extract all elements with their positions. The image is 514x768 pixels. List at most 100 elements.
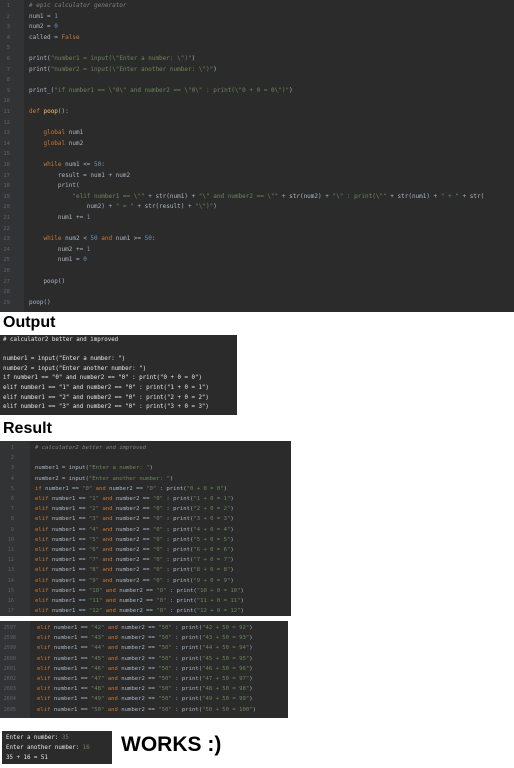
line-number: 16 <box>3 162 10 168</box>
line-number: 10 <box>7 536 14 543</box>
code-line[interactable]: elif number1 == "49" and number2 == "50"… <box>37 694 253 704</box>
line-number: 2600 <box>3 655 16 662</box>
line-number: 10 <box>3 98 10 105</box>
line-number: 8 <box>6 77 10 84</box>
code-line[interactable]: poop() <box>29 298 51 309</box>
line-number: 2 <box>10 455 14 462</box>
output-line: # calculator2 better and improved <box>3 337 119 343</box>
line-number: 17 <box>7 608 14 615</box>
line-number: 15 <box>7 587 14 594</box>
code-line[interactable]: elif number1 == "10" and number2 == "0" … <box>35 586 244 596</box>
code-line[interactable]: elif number1 == "47" and number2 == "50"… <box>37 674 253 684</box>
code-line[interactable]: elif number1 == "5" and number2 == "0" :… <box>35 535 234 545</box>
output-line: number1 = input("Enter a number: ") <box>3 356 126 363</box>
code-line[interactable]: elif number1 == "43" and number2 == "50"… <box>37 633 253 643</box>
output-line: elif number1 == "3" and number2 == "0" :… <box>3 404 209 411</box>
code-line[interactable]: elif number1 == "3" and number2 == "0" :… <box>35 514 234 524</box>
code-line[interactable]: elif number1 == "4" and number2 == "0" :… <box>35 525 234 535</box>
code-line[interactable]: elif number1 == "8" and number2 == "0" :… <box>35 565 234 575</box>
line-number: 26 <box>3 268 10 274</box>
code-line[interactable]: "elif number1 == \"" + str(num1) + "\" a… <box>29 192 484 203</box>
code-line[interactable]: elif number1 == "45" and number2 == "50"… <box>37 654 253 664</box>
result-editor-top[interactable]: 1 # calculator2 better and improved 2 3 numb… <box>0 441 291 616</box>
code-line[interactable]: poop() <box>29 277 65 288</box>
code-line[interactable]: elif number1 == "9" and number2 == "0" :… <box>35 576 234 586</box>
code-line[interactable]: number2 = input("Enter another number: "… <box>35 474 173 484</box>
line-number: 24 <box>3 246 10 253</box>
code-line[interactable]: num2 = 0 <box>29 22 58 33</box>
line-number: 29 <box>3 299 10 306</box>
line-number: 16 <box>7 598 14 604</box>
output-line: if number1 == "0" and number2 == "0" : p… <box>3 375 202 382</box>
result-editor-bottom[interactable]: 2597 elif number1 == "42" and number2 == … <box>0 621 288 718</box>
code-line[interactable]: num2) + " = " + str(result) + "\")") <box>29 202 217 213</box>
line-number: 12 <box>3 119 10 126</box>
line-number: 2601 <box>3 665 16 672</box>
code-line[interactable]: num1 += 1 <box>29 213 91 224</box>
line-number: 12 <box>7 557 14 564</box>
code-line[interactable]: global num1 <box>29 128 83 139</box>
output-panel[interactable]: # calculator2 better and improved number1… <box>0 335 237 415</box>
line-number: 9 <box>6 87 10 94</box>
code-line[interactable]: print("number1 = input(\"Enter a number:… <box>29 54 195 65</box>
line-number: 6 <box>6 56 10 62</box>
code-line[interactable]: number1 = input("Enter a number: ") <box>35 463 153 473</box>
code-line[interactable]: result = num1 + num2 <box>29 171 130 182</box>
code-line[interactable]: elif number1 == "48" and number2 == "50"… <box>37 684 253 694</box>
code-line[interactable]: def poop(): <box>29 107 69 118</box>
line-number: 14 <box>3 140 10 147</box>
code-line[interactable]: num1 = 0 <box>29 255 87 266</box>
code-line[interactable]: elif number1 == "44" and number2 == "50"… <box>37 643 253 653</box>
code-line[interactable]: global num2 <box>29 139 83 150</box>
code-line[interactable]: if number1 == "0" and number2 == "0" : p… <box>35 484 227 494</box>
line-number: 25 <box>3 257 10 264</box>
line-number: 2603 <box>3 686 16 693</box>
line-number: 2602 <box>3 676 16 682</box>
line-number: 11 <box>3 109 10 115</box>
line-number: 20 <box>3 204 10 211</box>
line-number: 13 <box>3 130 10 137</box>
line-number: 3 <box>6 24 10 31</box>
code-line[interactable]: num2 += 1 <box>29 245 91 256</box>
code-line[interactable]: while num1 <= 50: <box>29 160 104 171</box>
code-line[interactable]: elif number1 == "7" and number2 == "0" :… <box>35 555 234 565</box>
code-line[interactable]: print_("if number1 == \"0\" and number2 … <box>29 86 293 97</box>
line-number: 19 <box>3 193 10 200</box>
works-heading: WORKS :) <box>121 733 222 756</box>
code-line[interactable]: # calculator2 better and improved <box>35 443 146 453</box>
run-console[interactable]: Enter a number: 35 Enter another number: … <box>2 731 112 764</box>
code-line[interactable]: elif number1 == "11" and number2 == "0" … <box>35 596 244 606</box>
code-line[interactable]: num1 = 1 <box>29 12 58 23</box>
console-prompt: Enter another number: <box>6 745 83 751</box>
line-number: 5 <box>6 45 10 52</box>
line-number: 17 <box>3 172 10 179</box>
console-line: Enter a number: 35 <box>6 733 69 743</box>
source-editor[interactable]: 1 # epic calculator generator 2 num1 = 1 3 nu… <box>0 0 514 312</box>
code-line[interactable]: elif number1 == "42" and number2 == "50"… <box>37 623 253 633</box>
code-line[interactable]: # epic calculator generator <box>29 1 127 12</box>
code-line[interactable]: print( <box>29 181 80 192</box>
line-number: 27 <box>3 278 10 285</box>
line-number: 14 <box>7 577 14 584</box>
line-number: 18 <box>3 183 10 190</box>
line-number: 1 <box>10 445 14 451</box>
line-number: 13 <box>7 567 14 574</box>
code-line[interactable]: elif number1 == "12" and number2 == "0" … <box>35 606 244 616</box>
code-line[interactable]: elif number1 == "1" and number2 == "0" :… <box>35 494 234 504</box>
line-number: 2597 <box>3 625 16 631</box>
line-number: 2 <box>6 13 10 20</box>
code-line[interactable]: called = False <box>29 33 80 44</box>
output-line: elif number1 == "2" and number2 == "0" :… <box>3 394 209 401</box>
code-line[interactable]: elif number1 == "50" and number2 == "50"… <box>37 705 256 715</box>
output-line: number2 = input("Enter another number: "… <box>3 365 147 372</box>
code-line[interactable]: while num2 < 50 and num1 >= 50: <box>29 234 155 245</box>
code-line[interactable]: elif number1 == "2" and number2 == "0" :… <box>35 504 234 514</box>
console-prompt: 35 + 16 = 51 <box>6 755 48 761</box>
code-line[interactable]: elif number1 == "46" and number2 == "50"… <box>37 664 253 674</box>
line-number: 22 <box>3 225 10 232</box>
code-line[interactable]: print("number2 = input(\"Enter another n… <box>29 65 217 76</box>
line-number: 7 <box>10 506 14 513</box>
code-line[interactable]: elif number1 == "6" and number2 == "0" :… <box>35 545 234 555</box>
console-line: Enter another number: 16 <box>6 743 90 753</box>
console-input-value: 16 <box>82 745 90 751</box>
